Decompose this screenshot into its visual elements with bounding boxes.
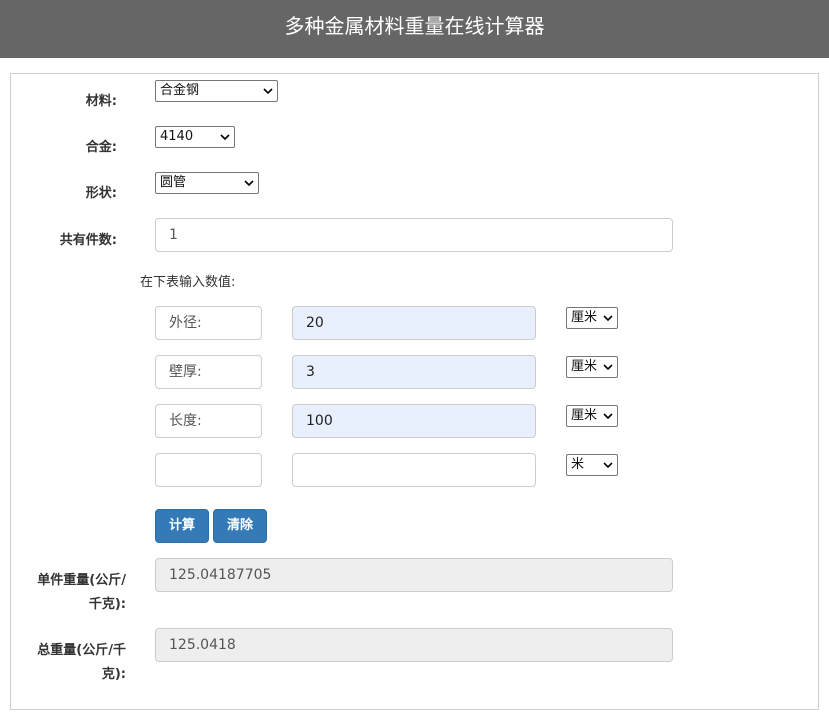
chevron-down-icon [263, 88, 273, 95]
dimension-name-field[interactable]: 壁厚: [155, 355, 262, 389]
calculator-panel [10, 73, 819, 710]
alloy-label: 合金: [85, 140, 117, 155]
unit-select[interactable]: 厘米 [566, 405, 618, 427]
dimension-name-field[interactable] [155, 453, 262, 487]
chevron-down-icon [220, 134, 230, 141]
count-label: 共有件数: [59, 233, 117, 248]
dimension-value-field[interactable]: 3 [292, 355, 536, 389]
alloy-select-value: 4140 [160, 129, 194, 144]
page-title: 多种金属材料重量在线计算器 [284, 14, 545, 38]
dimension-value-field[interactable]: 20 [292, 306, 536, 340]
unit-select[interactable]: 厘米 [566, 356, 618, 378]
chevron-down-icon [244, 180, 254, 187]
unit-select-value: 厘米 [571, 310, 598, 325]
unit-weight-label: 单件重量(公斤/ 千克): [20, 569, 126, 617]
unit-weight-label-line2: 千克): [88, 597, 126, 612]
unit-select-value: 厘米 [571, 408, 598, 423]
unit-select[interactable]: 米 [566, 454, 618, 476]
shape-select-value: 圆管 [160, 175, 187, 190]
total-weight-label-line2: 克): [101, 667, 126, 682]
material-label: 材料: [85, 94, 117, 109]
total-weight-output[interactable]: 125.0418 [155, 628, 673, 662]
calculate-button[interactable]: 计算 [155, 509, 209, 543]
shape-select[interactable]: 圆管 [155, 172, 259, 194]
input-instruction: 在下表输入数值: [140, 275, 236, 290]
shape-label: 形状: [85, 186, 117, 201]
unit-select[interactable]: 厘米 [566, 307, 618, 329]
material-select-value: 合金钢 [160, 83, 200, 98]
page-header: 多种金属材料重量在线计算器 [0, 0, 829, 58]
count-input[interactable]: 1 [155, 218, 673, 252]
unit-select-value: 厘米 [571, 359, 598, 374]
dimension-name-field[interactable]: 长度: [155, 404, 262, 438]
clear-button[interactable]: 清除 [213, 509, 267, 543]
chevron-down-icon [603, 462, 613, 469]
material-select[interactable]: 合金钢 [155, 80, 278, 102]
chevron-down-icon [603, 315, 613, 322]
chevron-down-icon [603, 364, 613, 371]
total-weight-label: 总重量(公斤/千 克): [20, 639, 126, 687]
unit-weight-label-line1: 单件重量(公斤/ [37, 573, 126, 588]
unit-select-value: 米 [571, 457, 585, 472]
dimension-name-field[interactable]: 外径: [155, 306, 262, 340]
alloy-select[interactable]: 4140 [155, 126, 235, 148]
dimension-value-field[interactable] [292, 453, 536, 487]
unit-weight-output[interactable]: 125.04187705 [155, 558, 673, 592]
total-weight-label-line1: 总重量(公斤/千 [37, 643, 126, 658]
chevron-down-icon [603, 413, 613, 420]
dimension-value-field[interactable]: 100 [292, 404, 536, 438]
